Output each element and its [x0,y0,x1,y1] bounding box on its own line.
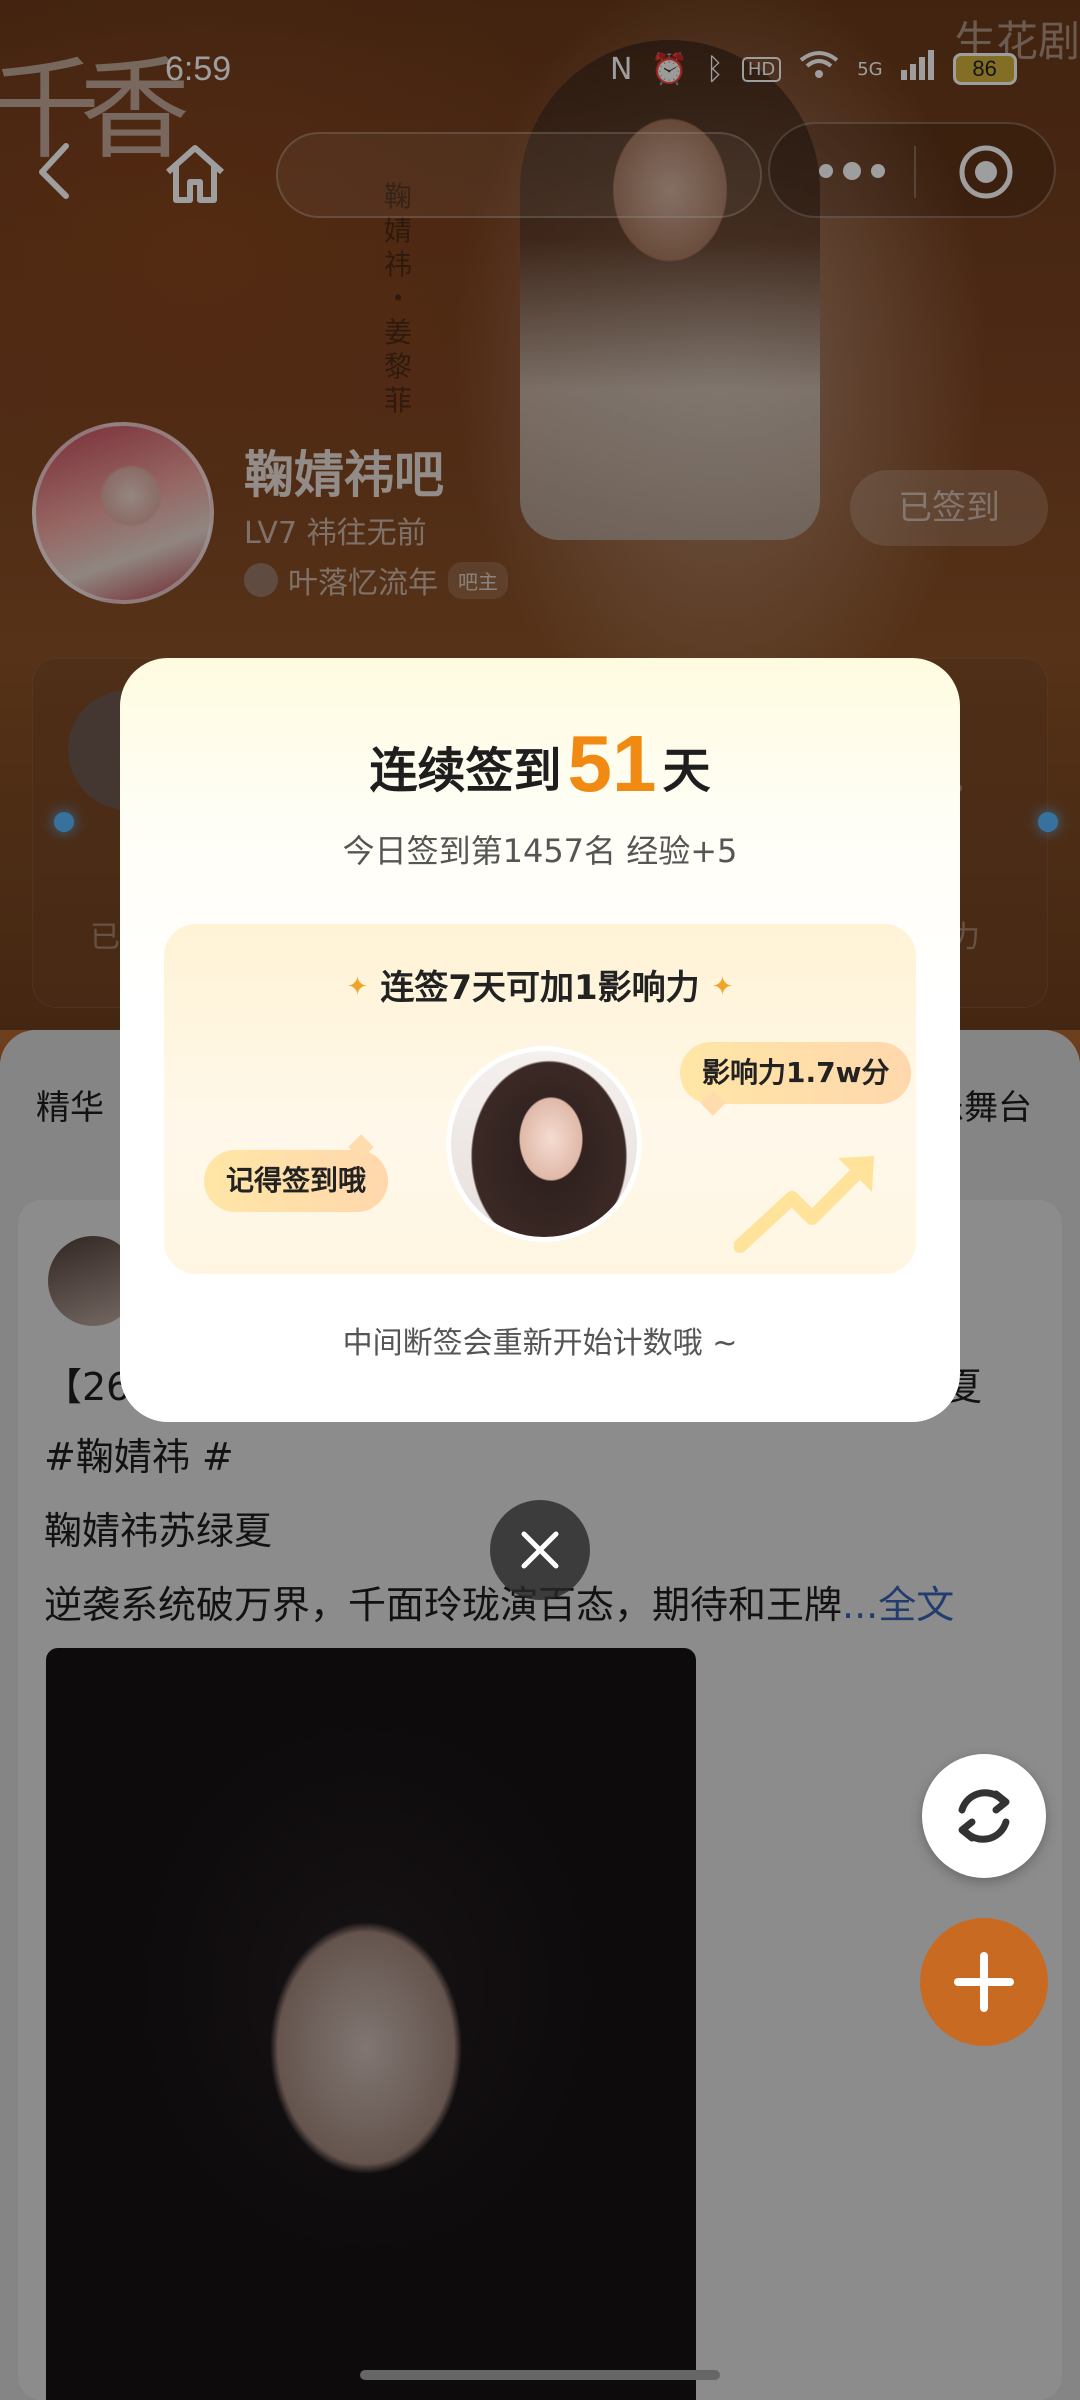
refresh-button[interactable] [922,1754,1046,1878]
close-icon [521,1531,559,1569]
streak-title-suffix: 天 [662,743,711,799]
idol-avatar [446,1046,642,1242]
close-button[interactable] [490,1500,590,1600]
refresh-icon [958,1789,1010,1843]
trend-arrow-icon [734,1156,874,1253]
sparkle-icon: ✦ [711,972,734,1002]
streak-days: 51 [567,719,657,808]
sign-in-dialog: 连续签到51 天 今日签到第1457名 经验+5 ✦ 连签7天可加1影响力 ✦ 记得签… [120,658,960,1422]
reward-title: ✦ 连签7天可加1影响力 ✦ [164,960,916,1009]
add-post-button[interactable] [920,1918,1048,2046]
streak-note: 中间断签会重新开始计数哦 ~ [342,1326,738,1361]
sign-rank-info: 今日签到第1457名 经验+5 [342,832,738,870]
sparkle-icon: ✦ [346,972,369,1002]
streak-title: 连续签到51 天 [120,718,960,810]
home-indicator[interactable] [360,2370,720,2380]
reward-title-text: 连签7天可加1影响力 [380,968,700,1008]
plus-icon [954,1952,1014,2012]
reward-panel: ✦ 连签7天可加1影响力 ✦ 记得签到哦 影响力1.7w分 [164,924,916,1274]
streak-title-prefix: 连续签到 [369,743,562,799]
